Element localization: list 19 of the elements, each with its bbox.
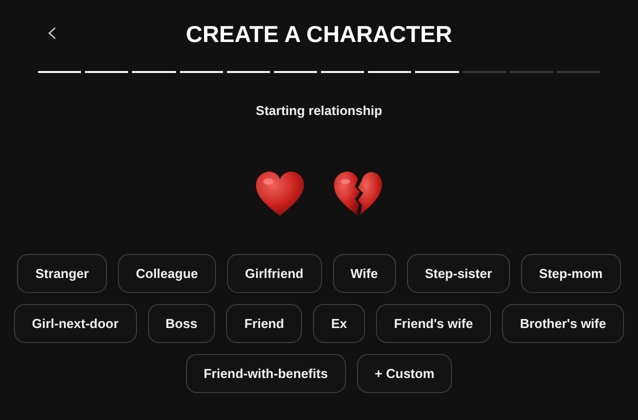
relationship-option[interactable]: Wife bbox=[332, 254, 396, 293]
relationship-option[interactable]: Colleague bbox=[118, 254, 216, 293]
broken-heart-icon bbox=[332, 170, 384, 216]
heart-icon bbox=[254, 170, 306, 216]
relationship-option[interactable]: + Custom bbox=[356, 354, 452, 393]
section-heading: Starting relationship bbox=[256, 103, 382, 118]
relationship-option[interactable]: Friend's wife bbox=[376, 304, 491, 343]
page-title: CREATE A CHARACTER bbox=[186, 20, 452, 48]
relationship-option[interactable]: Step-mom bbox=[521, 254, 621, 293]
relationship-option[interactable]: Girl-next-door bbox=[14, 304, 137, 343]
relationship-option[interactable]: Friend bbox=[226, 304, 302, 343]
relationship-option[interactable]: Girlfriend bbox=[226, 254, 322, 293]
relationship-option[interactable]: Ex bbox=[313, 304, 365, 343]
relationship-option[interactable]: Boss bbox=[148, 304, 216, 343]
relationship-option[interactable]: Stranger bbox=[17, 254, 107, 293]
relationship-option[interactable]: Friend-with-benefits bbox=[186, 354, 346, 393]
relationship-option[interactable]: Step-sister bbox=[406, 254, 510, 293]
relationship-option[interactable]: Brother's wife bbox=[502, 304, 624, 343]
back-button[interactable]: ‹ bbox=[42, 20, 62, 46]
